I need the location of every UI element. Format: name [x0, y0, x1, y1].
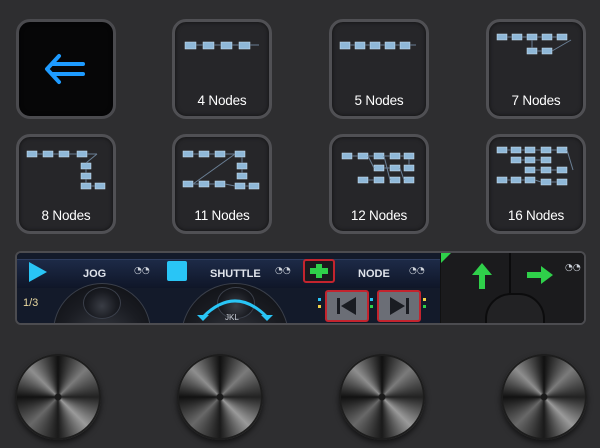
node-graph-thumbnail: [341, 152, 415, 184]
touch-strip: JOG ◔◔ SHUTTLE ◔◔ NODE ◔◔ 1/3 JKL: [17, 253, 440, 323]
node-graph-thumbnail: [184, 41, 259, 50]
page-counter: 1/3: [23, 297, 39, 309]
preset-label: 12 Nodes: [350, 208, 408, 223]
prev-indicator: [318, 298, 321, 301]
rotary-knob-2[interactable]: [177, 354, 263, 440]
shuttle-label: SHUTTLE: [210, 268, 261, 280]
add-node-button[interactable]: [303, 259, 335, 283]
mouse-graphic: [485, 293, 545, 323]
next-node-button[interactable]: [377, 290, 421, 322]
rotary-knob-4[interactable]: [501, 354, 587, 440]
preset-label: 8 Nodes: [41, 208, 91, 223]
preset-8-nodes[interactable]: 8 Nodes: [16, 134, 116, 234]
node-graph-thumbnail: [496, 146, 574, 186]
preset-16-nodes[interactable]: 16 Nodes: [486, 134, 586, 234]
lock-icon: ◔◔: [134, 266, 150, 276]
back-button[interactable]: [16, 19, 116, 119]
preset-label: 4 Nodes: [197, 93, 247, 108]
node-graph-thumbnail: [26, 150, 106, 190]
right-arrow-icon[interactable]: [525, 265, 555, 285]
lock-icon: ◔◔: [409, 266, 425, 276]
stop-icon[interactable]: [167, 261, 187, 281]
up-arrow-icon[interactable]: [471, 261, 493, 291]
next-node-icon: [390, 297, 409, 315]
prev-node-icon: [337, 297, 356, 315]
preset-label: 7 Nodes: [511, 93, 561, 108]
preset-4-nodes[interactable]: 4 Nodes: [172, 19, 272, 119]
preset-label: 5 Nodes: [354, 93, 404, 108]
node-graph-thumbnail: [182, 150, 260, 190]
node-label: NODE: [358, 268, 390, 280]
node-graph-thumbnail: [339, 41, 416, 50]
preset-label: 11 Nodes: [194, 208, 250, 223]
mid-indicator: [370, 298, 373, 301]
preset-12-nodes[interactable]: 12 Nodes: [329, 134, 429, 234]
preset-5-nodes[interactable]: 5 Nodes: [329, 19, 429, 119]
jog-label: JOG: [83, 268, 107, 280]
jkl-label: JKL: [225, 313, 239, 322]
nav-block: ◔◔: [441, 253, 584, 323]
lock-icon: ◔◔: [565, 263, 581, 273]
jog-wheel-inner: [83, 287, 121, 319]
node-graph-thumbnail: [496, 33, 572, 55]
control-strip: JOG ◔◔ SHUTTLE ◔◔ NODE ◔◔ 1/3 JKL ◔◔: [15, 251, 586, 325]
rotary-knob-1[interactable]: [15, 354, 101, 440]
prev-node-button[interactable]: [325, 290, 369, 322]
back-arrow-icon: [45, 54, 85, 84]
preset-label: 16 Nodes: [507, 208, 565, 223]
lock-icon: ◔◔: [275, 266, 291, 276]
preset-7-nodes[interactable]: 7 Nodes: [486, 19, 586, 119]
corner-indicator: [441, 253, 451, 263]
play-icon[interactable]: [27, 261, 49, 283]
preset-11-nodes[interactable]: 11 Nodes: [172, 134, 272, 234]
rotary-knob-3[interactable]: [339, 354, 425, 440]
next-indicator: [423, 298, 426, 301]
add-node-icon: [310, 264, 328, 278]
